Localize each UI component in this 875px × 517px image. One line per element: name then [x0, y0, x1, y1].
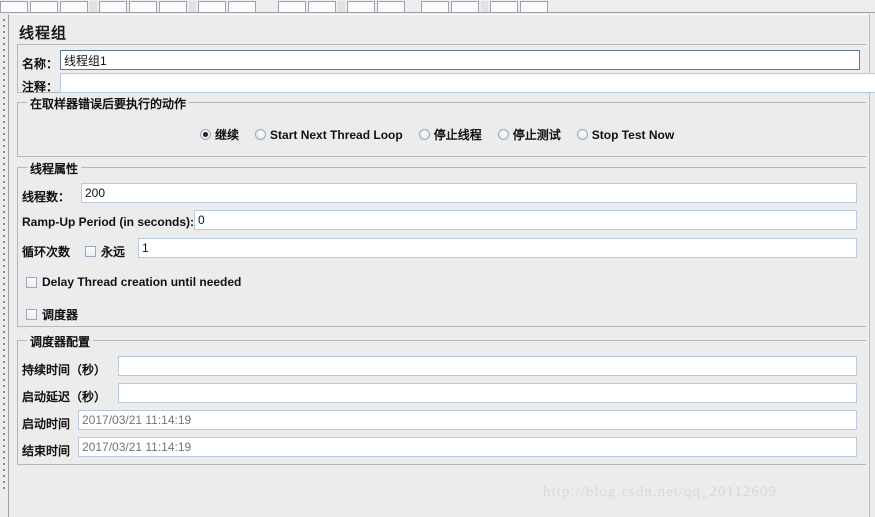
- radio-stop-test-indicator-icon: [498, 129, 509, 140]
- end-time-label: 结束时间: [22, 442, 70, 459]
- radio-stop-test-now-indicator-icon: [577, 129, 588, 140]
- scheduler-config-group-title: 调度器配置: [27, 333, 93, 350]
- end-time-input[interactable]: [78, 437, 857, 457]
- toolbar-separator: [189, 1, 196, 12]
- radio-start-next-thread-loop-label: Start Next Thread Loop: [270, 128, 403, 142]
- error-action-radio-group: 继续 Start Next Thread Loop 停止线程 停止测试 Stop…: [200, 126, 690, 143]
- radio-stop-test-label: 停止测试: [513, 126, 561, 143]
- loop-forever-checkbox[interactable]: 永远: [85, 243, 125, 260]
- ramp-up-input[interactable]: [194, 210, 857, 230]
- split-pane-grip: [3, 19, 5, 489]
- loop-forever-label: 永远: [101, 243, 125, 260]
- radio-start-next-thread-loop[interactable]: Start Next Thread Loop: [255, 128, 403, 142]
- loop-count-label: 循环次数: [22, 243, 70, 260]
- name-input[interactable]: [60, 50, 860, 70]
- toolbar-button-2[interactable]: [60, 1, 88, 12]
- startup-delay-input[interactable]: [118, 383, 857, 403]
- delay-thread-creation-checkbox[interactable]: Delay Thread creation until needed: [26, 275, 241, 289]
- toolbar-button-20[interactable]: [490, 1, 518, 12]
- comment-input[interactable]: [60, 73, 875, 93]
- toolbar-button-17[interactable]: [421, 1, 449, 12]
- toolbar-button-12[interactable]: [308, 1, 336, 12]
- toolbar-separator: [481, 1, 488, 12]
- scheduler-label: 调度器: [42, 306, 78, 323]
- toolbar-button-15[interactable]: [377, 1, 405, 12]
- loop-forever-checkbox-indicator-icon: [85, 246, 96, 257]
- toolbar-button-18[interactable]: [451, 1, 479, 12]
- thread-properties-group-title: 线程属性: [27, 160, 81, 177]
- num-threads-label: 线程数：: [22, 188, 70, 205]
- startup-delay-label: 启动延迟（秒）: [22, 388, 106, 405]
- toolbar-button-1[interactable]: [30, 1, 58, 12]
- loop-count-input[interactable]: [138, 238, 857, 258]
- toolbar-gap: [407, 1, 421, 12]
- delay-thread-creation-checkbox-indicator-icon: [26, 277, 37, 288]
- comment-label: 注释：: [22, 78, 58, 95]
- radio-continue[interactable]: 继续: [200, 126, 239, 143]
- radio-stop-thread[interactable]: 停止线程: [419, 126, 482, 143]
- duration-label: 持续时间（秒）: [22, 361, 106, 378]
- toolbar-button-4[interactable]: [99, 1, 127, 12]
- toolbar-button-9[interactable]: [228, 1, 256, 12]
- toolbar-button-8[interactable]: [198, 1, 226, 12]
- radio-stop-test-now-label: Stop Test Now: [592, 128, 674, 142]
- radio-stop-thread-indicator-icon: [419, 129, 430, 140]
- radio-continue-label: 继续: [215, 126, 239, 143]
- radio-start-next-thread-loop-indicator-icon: [255, 129, 266, 140]
- radio-continue-indicator-icon: [200, 129, 211, 140]
- delay-thread-creation-label: Delay Thread creation until needed: [42, 275, 241, 289]
- toolbar-button-5[interactable]: [129, 1, 157, 12]
- error-action-group-title: 在取样器错误后要执行的动作: [27, 95, 189, 112]
- start-time-input[interactable]: [78, 410, 857, 430]
- page-title: 线程组: [19, 22, 67, 43]
- toolbar-button-6[interactable]: [159, 1, 187, 12]
- toolbar: [0, 0, 875, 13]
- toolbar-button-21[interactable]: [520, 1, 548, 12]
- toolbar-separator: [90, 1, 97, 12]
- scheduler-checkbox-indicator-icon: [26, 309, 37, 320]
- toolbar-gap: [258, 1, 278, 12]
- num-threads-input[interactable]: [81, 183, 857, 203]
- start-time-label: 启动时间: [22, 415, 70, 432]
- toolbar-button-11[interactable]: [278, 1, 306, 12]
- ramp-up-label: Ramp-Up Period (in seconds):: [22, 215, 194, 229]
- radio-stop-thread-label: 停止线程: [434, 126, 482, 143]
- radio-stop-test[interactable]: 停止测试: [498, 126, 561, 143]
- toolbar-separator: [338, 1, 345, 12]
- scheduler-checkbox[interactable]: 调度器: [26, 306, 78, 323]
- duration-input[interactable]: [118, 356, 857, 376]
- watermark-text: http://blog.csdn.net/qq_20112609: [543, 484, 777, 501]
- name-label: 名称：: [22, 55, 58, 72]
- toolbar-button-0[interactable]: [0, 1, 28, 12]
- split-pane-divider[interactable]: [0, 13, 8, 517]
- radio-stop-test-now[interactable]: Stop Test Now: [577, 128, 674, 142]
- toolbar-button-14[interactable]: [347, 1, 375, 12]
